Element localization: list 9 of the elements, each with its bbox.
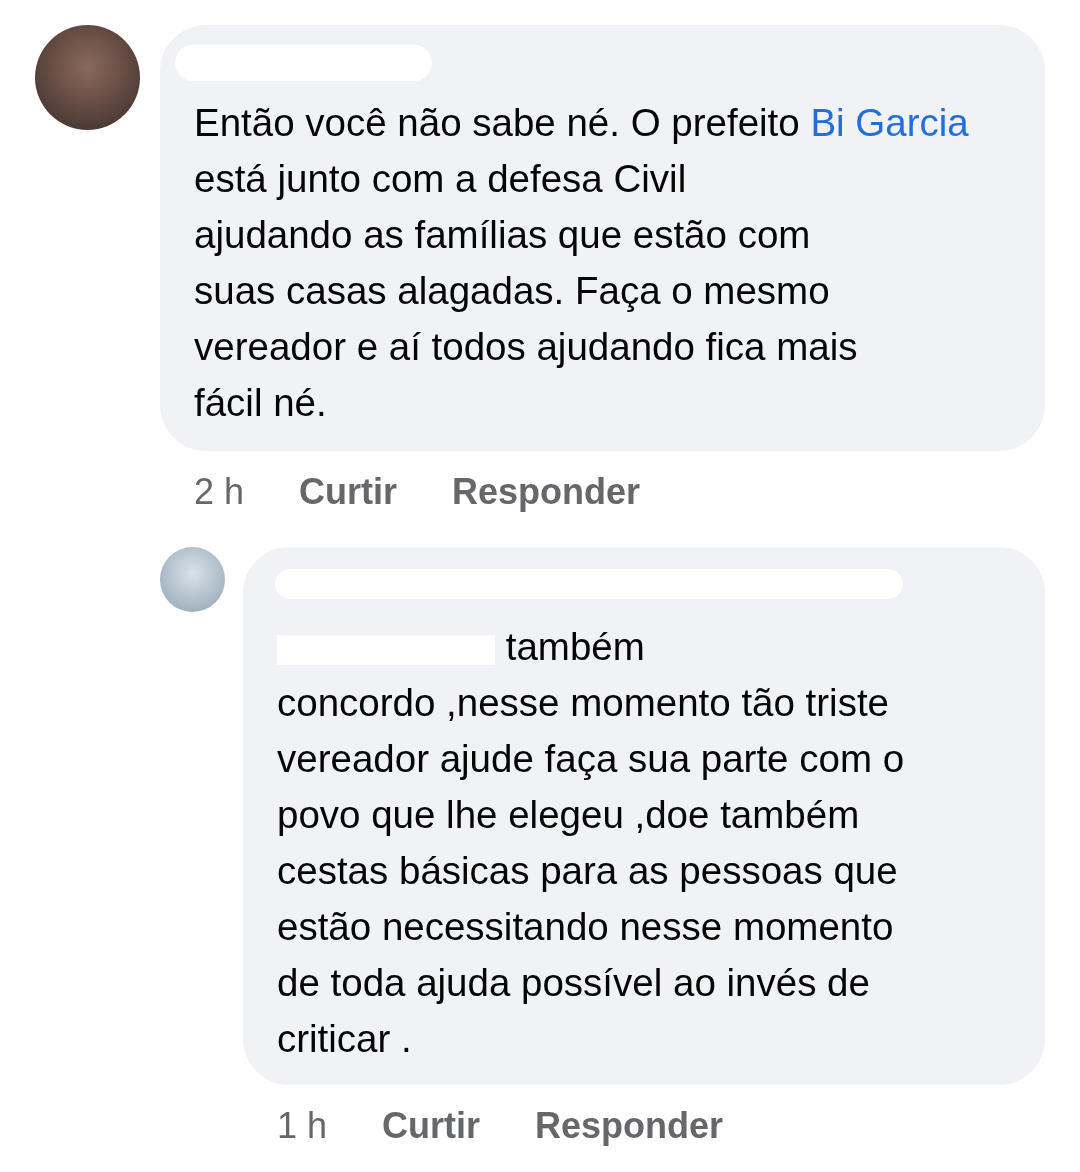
profile-link[interactable]: Bi Garcia: [810, 101, 969, 144]
comment-text: Então você não sabe né. O prefeito Bi Garcia está junto com a defesa Civil ajudando as famílias que estão com suas casas alagadas. Faça o mesmo vereador e aí todos ajudando fica mais fácil né.: [194, 100, 970, 426]
comment-action-link[interactable]: Curtir: [299, 471, 398, 513]
comment-action-link[interactable]: Responder: [452, 471, 641, 513]
timestamp: 2 h: [194, 471, 245, 513]
timestamp: 1 h: [277, 1105, 328, 1147]
comment-action-link[interactable]: Curtir: [382, 1105, 481, 1147]
comment-action-link[interactable]: Responder: [535, 1105, 724, 1147]
comment-text: também concordo ,nesse momento tão triste vereador ajude faça sua parte com o povo que lhe elegeu ,doe também cestas básicas para as pessoas que estão necessitando nesse momento de toda ajuda possível ao invés de criticar .: [277, 624, 906, 1062]
